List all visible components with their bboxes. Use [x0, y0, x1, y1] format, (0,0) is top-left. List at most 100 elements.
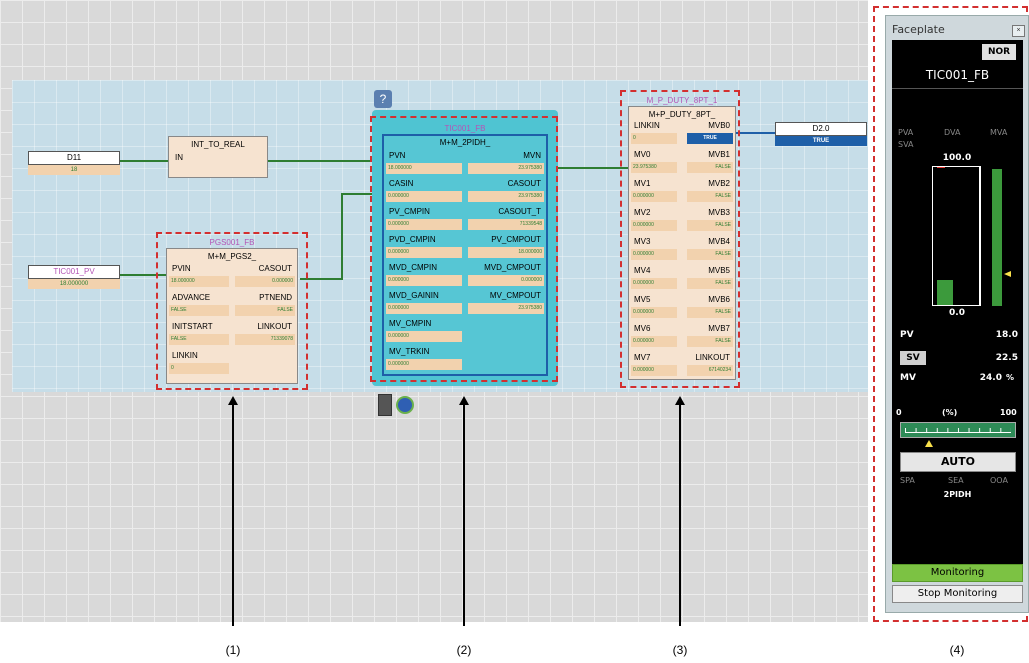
- question-icon[interactable]: ?: [374, 90, 392, 108]
- pin-input-value: FALSE: [169, 305, 229, 316]
- pin-output-value: FALSE: [687, 278, 733, 289]
- pin-output-label: MVB1: [708, 150, 730, 159]
- variable-value: 18.000000: [28, 279, 120, 289]
- pin-output-value: FALSE: [687, 307, 733, 318]
- pin-output-value: FALSE: [687, 249, 733, 260]
- output-variable-d2-0[interactable]: D2.0 TRUE: [775, 122, 867, 146]
- pin-input-value: 0.000000: [386, 191, 462, 202]
- pin-input-value: 0.000000: [631, 220, 677, 231]
- pin-input-label: MV1: [634, 179, 651, 188]
- auto-mode-button[interactable]: AUTO: [900, 452, 1016, 472]
- pin-input-label: PVD_CMPIN: [389, 235, 436, 244]
- bar-scale-line: [905, 432, 1011, 433]
- pin-output-label: MVB5: [708, 266, 730, 275]
- fb-body: M+P_DUTY_8PT_ LINKIN MVB0 0 TRUE MV0 MVB1 23.9…: [628, 106, 736, 380]
- pin-input-value: 0.000000: [386, 275, 462, 286]
- mv-unit: %: [1006, 373, 1015, 382]
- fb-type-name: M+M_PGS2_: [207, 252, 257, 261]
- mv-bar: [992, 169, 1002, 306]
- pin-input-label: MVD_GAININ: [389, 291, 439, 300]
- pv-label: PV: [900, 330, 914, 340]
- callout-label-3: (3): [672, 643, 688, 657]
- pin-input-label: MV0: [634, 150, 651, 159]
- pin-output-value: 23.975380: [468, 163, 544, 174]
- sv-value: 22.5: [995, 353, 1018, 363]
- pin-output-value: 23.975380: [468, 191, 544, 202]
- pin-input-label: MVD_CMPIN: [389, 263, 438, 272]
- variable-name: D11: [28, 151, 120, 165]
- pin-input-value: 0.000000: [386, 303, 462, 314]
- pin-input-value: FALSE: [169, 334, 229, 345]
- variable-name: TIC001_PV: [28, 265, 120, 279]
- faceplate-window[interactable]: Faceplate × NOR TIC001_FB PVA DVA MVA SV…: [885, 15, 1029, 613]
- pin-input-label: PVIN: [172, 264, 191, 273]
- pin-input-value: 0.000000: [386, 247, 462, 258]
- pin-output-label: CASOUT_T: [498, 207, 541, 216]
- pin-input-value: 23.975380: [631, 162, 677, 173]
- alarm-mva: MVA: [990, 128, 1008, 137]
- pin-input-label: PVN: [389, 151, 406, 160]
- pin-output-label: MVB4: [708, 237, 730, 246]
- alarm-sva: SVA: [898, 140, 914, 149]
- pin-input-value: 0.000000: [631, 249, 677, 260]
- program-canvas[interactable]: D11 18 TIC001_PV 18.000000 D2.0 TRUE INT…: [0, 0, 868, 622]
- pin-output-value: 0.000000: [468, 275, 544, 286]
- callout-arrow-line: [679, 404, 681, 626]
- fb-instance-name: M_P_DUTY_8PT_1: [646, 96, 718, 105]
- monitor-icon[interactable]: [378, 394, 392, 416]
- callout-label-4: (4): [949, 643, 965, 657]
- fb-instance-name: TIC001_FB: [444, 124, 486, 133]
- block-title: INT_TO_REAL: [191, 140, 245, 149]
- alarm-sea: SEA: [948, 476, 964, 485]
- high-limit-mark: [937, 167, 945, 168]
- wire: [341, 193, 343, 280]
- algorithm-label: 2PIDH: [943, 490, 972, 499]
- pin-input-label: MV_CMPIN: [389, 319, 432, 328]
- sv-button[interactable]: SV: [900, 351, 926, 365]
- scale-bottom: 0.0: [949, 308, 965, 318]
- pin-input-value: 0.000000: [386, 359, 462, 370]
- pin-output-label: PV_CMPOUT: [491, 235, 541, 244]
- fb-type-name: M+M_2PIDH_: [439, 138, 491, 147]
- wire: [120, 160, 168, 162]
- fb-type-name: M+P_DUTY_8PT_: [648, 110, 716, 119]
- bar-unit: (%): [942, 408, 958, 417]
- faceplate-screen: NOR TIC001_FB PVA DVA MVA SVA 100.0 0.0 …: [892, 40, 1023, 570]
- pin-input-label: INITSTART: [172, 322, 213, 331]
- tag-name: TIC001_FB: [925, 68, 990, 82]
- pv-gauge: [932, 166, 980, 306]
- pin-output-value: 23.975380: [468, 303, 544, 314]
- pin-output-value: 67140234: [687, 365, 733, 376]
- pin-output-label: MVB0: [708, 121, 730, 130]
- pin-input-label: LINKIN: [634, 121, 660, 130]
- stop-monitoring-button[interactable]: Stop Monitoring: [892, 585, 1023, 603]
- pv-value: 18.0: [995, 330, 1018, 340]
- pin-output-label: MVB2: [708, 179, 730, 188]
- pin-input-value: 0: [169, 363, 229, 374]
- scale-axis: [980, 166, 981, 306]
- sv-marker: [1004, 271, 1011, 277]
- mv-pointer: [925, 440, 933, 447]
- pin-output-label: CASOUT: [258, 264, 292, 273]
- pin-input-value: 18.000000: [169, 276, 229, 287]
- pin-output-label: MVB6: [708, 295, 730, 304]
- pin-input-value: 0.000000: [631, 278, 677, 289]
- int-to-real-block[interactable]: INT_TO_REAL IN: [168, 136, 268, 178]
- bar-min: 0: [896, 408, 902, 417]
- mv-output-bar: [900, 422, 1016, 438]
- pin-input-value: 0.000000: [631, 365, 677, 376]
- input-variable-d11[interactable]: D11 18: [28, 151, 120, 175]
- pin-input-label: MV5: [634, 295, 651, 304]
- link-icon[interactable]: [396, 396, 414, 414]
- pin-output-value: FALSE: [235, 305, 295, 316]
- pin-output-value: 71339078: [235, 334, 295, 345]
- pin-input-value: 18.000000: [386, 163, 462, 174]
- mode-badge[interactable]: NOR: [982, 44, 1016, 60]
- pin-input-label: CASIN: [389, 179, 414, 188]
- fb-body: M+M_2PIDH_ PVN MVN 18.000000 23.975380 CASIN…: [382, 134, 548, 376]
- close-icon[interactable]: ×: [1012, 25, 1025, 37]
- bar-max: 100: [1000, 408, 1017, 417]
- input-variable-tic001-pv[interactable]: TIC001_PV 18.000000: [28, 265, 120, 289]
- pin-output-value: 71339548: [468, 219, 544, 230]
- pin-input-label: MV_TRKIN: [389, 347, 430, 356]
